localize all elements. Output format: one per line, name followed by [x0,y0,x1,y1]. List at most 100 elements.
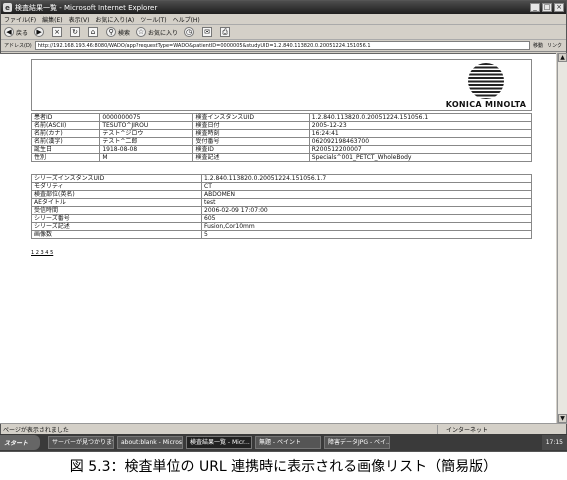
series-label: モダリティ [31,182,202,191]
konica-minolta-logo: KONICA MINOLTA [445,63,527,109]
series-row: AEタイトル test [31,198,532,207]
menu-tools[interactable]: ツール(T) [140,15,166,24]
patient-label: 患者ID [30,113,101,122]
taskbar-item[interactable]: about:blank - Micros... [117,436,183,449]
study-label: 検査日付 [192,121,310,130]
go-button[interactable]: 移動 [533,42,543,49]
series-value: 1.2.840.113820.0.20051224.151056.1.7 [201,174,532,183]
menu-help[interactable]: ヘルプ(H) [173,15,200,24]
refresh-button[interactable]: ↻ [70,27,82,37]
patient-value: TESUTO^JIROU [99,121,194,130]
patient-value: M [99,153,194,162]
address-input[interactable]: http://192.168.193.46:8080/WADO/app?requ… [34,41,530,50]
taskbar-item[interactable]: サーバーが見つかりませ [48,436,114,449]
refresh-icon: ↻ [70,27,81,37]
vertical-scrollbar[interactable]: ▲ ▼ [557,53,567,423]
series-label: 画像数 [31,230,202,239]
series-row: シリーズ番号 605 [31,214,532,223]
study-value: 2005-12-23 [308,121,533,130]
patient-row: 名前(ASCII) TESUTO^JIROU 検査日付 2005-12-23 [30,121,533,130]
taskbar: スタート サーバーが見つかりませ about:blank - Micros...… [0,434,567,451]
series-value: 2006-02-09 17:07:00 [201,206,532,215]
status-text: ページが表示されました [3,426,69,434]
study-value: 16:24:41 [308,129,533,138]
series-label: AEタイトル [31,198,202,207]
home-button[interactable]: ⌂ [88,27,100,37]
study-label: 検査ID [192,145,310,154]
toolbar: ◀ 戻る ▶ × ↻ ⌂ ⚲ 検索 ☆ お気に入り ◷ ✉ ⎙ [1,25,566,40]
minimize-button[interactable]: _ [530,3,540,12]
patient-label: 名前(カナ) [30,129,101,138]
favorites-label: お気に入り [148,29,179,37]
menu-bar: ファイル(F) 編集(E) 表示(V) お気に入り(A) ツール(T) ヘルプ(… [1,14,566,25]
series-row: 受信時間 2006-02-09 17:07:00 [31,206,532,215]
menu-edit[interactable]: 編集(E) [42,15,62,24]
search-icon: ⚲ [106,27,117,37]
series-label: シリーズ番号 [31,214,202,223]
home-icon: ⌂ [88,27,99,37]
search-label: 検索 [118,29,131,37]
status-bar: ページが表示されました インターネット [0,423,567,434]
start-button[interactable]: スタート [0,435,40,450]
patient-value: テスト^ジロウ [99,129,194,138]
page-content: KONICA MINOLTA 患者ID 0000000075 検査インスタンスUID… [0,53,556,423]
patient-row: 患者ID 0000000075 検査インスタンスUID 1.2.840.113820.… [30,113,533,122]
close-button[interactable]: × [554,3,564,12]
series-row: 検査部位(英名) ABDOMEN [31,190,532,199]
print-button[interactable]: ⎙ [220,27,232,37]
taskbar-item[interactable]: 障害データJPG - ペイ... [324,436,390,449]
series-value: Fusion,Cor10mm [201,222,532,231]
history-button[interactable]: ◷ [184,27,196,37]
patient-label: 誕生日 [30,145,101,154]
study-label: 検査インスタンスUID [192,113,310,122]
logo-globe-icon [468,63,504,99]
series-value: CT [201,182,532,191]
series-label: 受信時間 [31,206,202,215]
menu-file[interactable]: ファイル(F) [4,15,36,24]
figure-caption: 図 5.3：検査単位の URL 連携時に表示される画像リスト（簡易版） [69,459,498,475]
series-value: ABDOMEN [201,190,532,199]
series-info-table: シリーズインスタンスUID 1.2.840.113820.0.20051224.1… [31,174,532,239]
maximize-button[interactable]: □ [542,3,552,12]
menu-favorites[interactable]: お気に入り(A) [95,15,134,24]
links-button[interactable]: リンク [547,42,562,49]
mail-button[interactable]: ✉ [202,27,214,37]
tray-clock: 17:15 [545,439,563,446]
logo-name: KONICA MINOLTA [445,100,527,109]
menu-view[interactable]: 表示(V) [69,15,90,24]
scroll-up-icon[interactable]: ▲ [558,53,567,62]
patient-row: 名前(漢字) テスト^二郎 受付番号 062092198463700 [30,137,533,146]
series-value: 605 [201,214,532,223]
patient-value: テスト^二郎 [99,137,194,146]
search-button[interactable]: ⚲ 検索 [106,27,130,37]
series-label: 検査部位(英名) [31,190,202,199]
patient-label: 性別 [30,153,101,162]
history-icon: ◷ [184,27,195,37]
patient-label: 名前(漢字) [30,137,101,146]
taskbar-item[interactable]: 無題 - ペイント [255,436,321,449]
ie-icon: e [3,3,12,12]
scroll-down-icon[interactable]: ▼ [558,414,567,423]
patient-row: 誕生日 1918-08-08 検査ID R200512200007 [30,145,533,154]
image-page-links[interactable]: 1 2 3 4 5 [31,250,53,256]
stop-icon: × [52,27,63,37]
forward-button[interactable]: ▶ [34,27,46,37]
study-label: 受付番号 [192,137,310,146]
window-title: 検査結果一覧 - Microsoft Internet Explorer [15,3,158,12]
series-row: シリーズインスタンスUID 1.2.840.113820.0.20051224.1… [31,174,532,183]
patient-row: 性別 M 検査記述 Specials^001_PETCT_WholeBody [30,153,533,162]
favorites-button[interactable]: ☆ お気に入り [136,27,178,37]
study-value: 1.2.840.113820.0.20051224.151056.1 [308,113,533,122]
stop-button[interactable]: × [52,27,64,37]
patient-value: 0000000075 [99,113,194,122]
study-label: 検査記述 [192,153,310,162]
series-row: 画像数 5 [31,230,532,239]
star-icon: ☆ [136,27,147,37]
study-value: Specials^001_PETCT_WholeBody [308,153,533,162]
forward-arrow-icon: ▶ [34,27,45,37]
series-label: シリーズインスタンスUID [31,174,202,183]
patient-info-table: 患者ID 0000000075 検査インスタンスUID 1.2.840.113820.… [30,113,533,162]
study-label: 検査時刻 [192,129,310,138]
back-button[interactable]: ◀ 戻る [4,27,28,37]
taskbar-item-active[interactable]: 検査結果一覧 - Micr... [186,436,252,449]
